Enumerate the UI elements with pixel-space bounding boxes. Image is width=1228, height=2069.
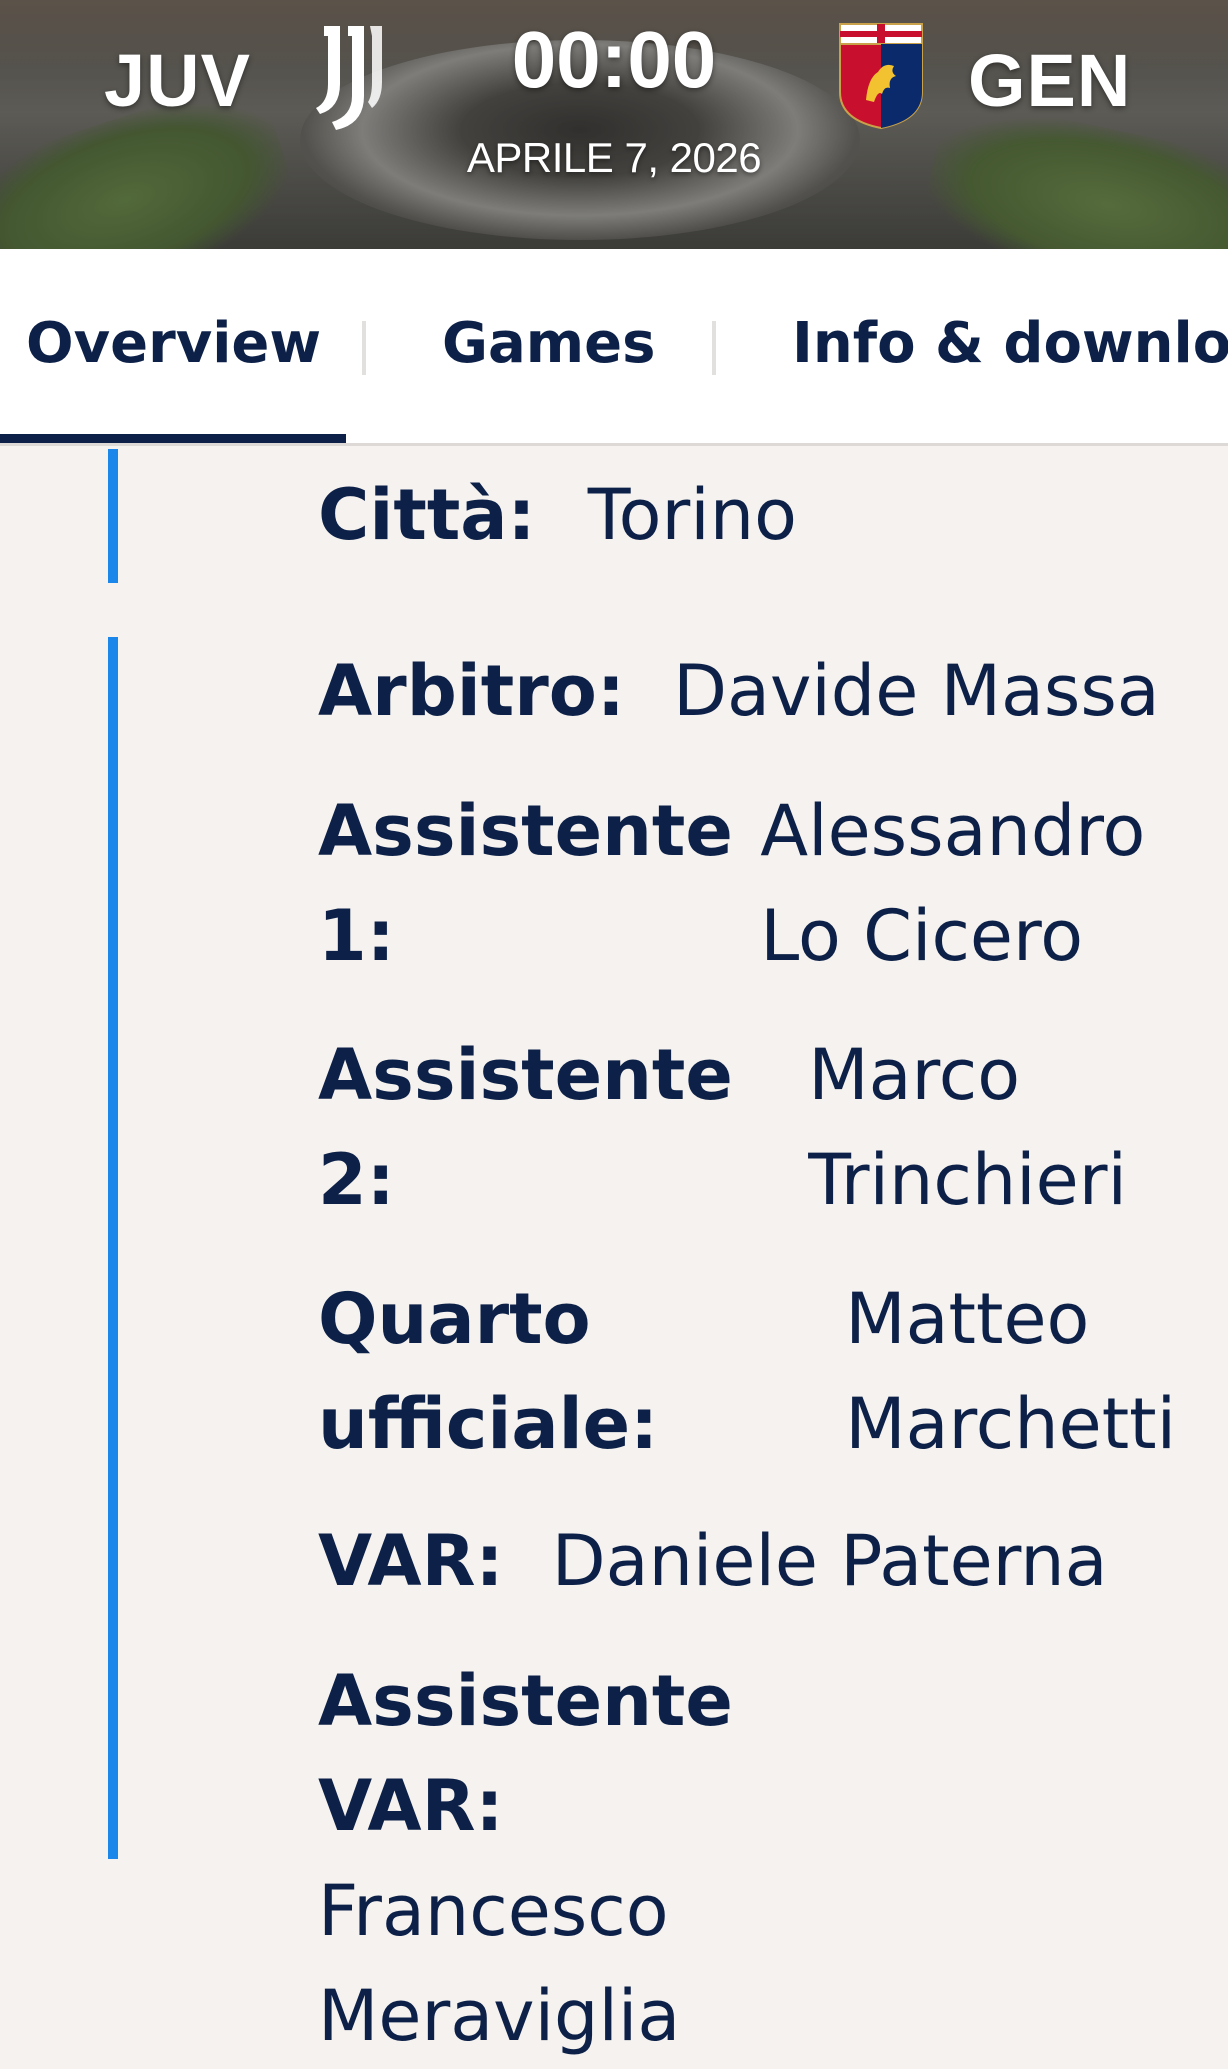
official-label: Assistente 2: — [318, 1034, 733, 1221]
active-tab-indicator — [0, 434, 346, 443]
official-value: Marco Trinchieri — [808, 1034, 1127, 1221]
match-date: APRILE 7, 2026 — [466, 134, 762, 181]
juventus-logo-icon — [316, 26, 382, 130]
tab-games[interactable]: Games — [442, 311, 655, 376]
official-label: Quarto ufficiale: — [318, 1278, 659, 1465]
city-value: Torino — [587, 474, 797, 556]
official-label: VAR: — [318, 1520, 504, 1602]
genoa-crest-icon — [839, 23, 923, 130]
official-label: Assistente 1: — [318, 790, 733, 977]
match-hero: JUV 00:00 APRILE 7, 2026 GEN — [0, 0, 1228, 249]
home-team-code: JUV — [104, 39, 251, 122]
official-value: Matteo Marchetti — [845, 1278, 1177, 1465]
city-row: Città: Torino — [318, 463, 1218, 568]
official-row-referee: Arbitro: Davide Massa — [318, 639, 1218, 744]
official-row-avar: Assistente VAR: Francesco Meraviglia — [318, 1649, 1218, 2069]
tab-divider — [362, 321, 366, 375]
official-value: Daniele Paterna — [551, 1520, 1108, 1602]
official-label: Assistente VAR: — [318, 1660, 733, 1847]
official-value: Francesco Meraviglia — [318, 1870, 681, 2057]
tab-divider — [712, 321, 716, 375]
city-section: Città: Torino — [108, 449, 1208, 583]
official-row-fourth-official: Quarto ufficiale: Matteo Marchetti — [318, 1267, 1218, 1477]
official-value: Alessandro Lo Cicero — [760, 790, 1146, 977]
official-label: Arbitro: — [318, 650, 625, 732]
tab-bar: Overview Games Info & downloa — [0, 249, 1228, 446]
tab-overview[interactable]: Overview — [26, 311, 321, 376]
away-team-code: GEN — [968, 39, 1132, 122]
official-row-assistant-2: Assistente 2: Marco Trinchieri — [318, 1023, 1218, 1233]
official-value: Davide Massa — [673, 650, 1160, 732]
official-row-var: VAR: Daniele Paterna — [318, 1509, 1218, 1614]
match-time: 00:00 — [511, 15, 717, 104]
city-label: Città: — [318, 474, 536, 556]
official-row-assistant-1: Assistente 1: Alessandro Lo Cicero — [318, 779, 1218, 989]
tab-info-downloads[interactable]: Info & downloa — [792, 311, 1228, 376]
officials-section: Arbitro: Davide Massa Assistente 1: Ales… — [108, 637, 1208, 2057]
